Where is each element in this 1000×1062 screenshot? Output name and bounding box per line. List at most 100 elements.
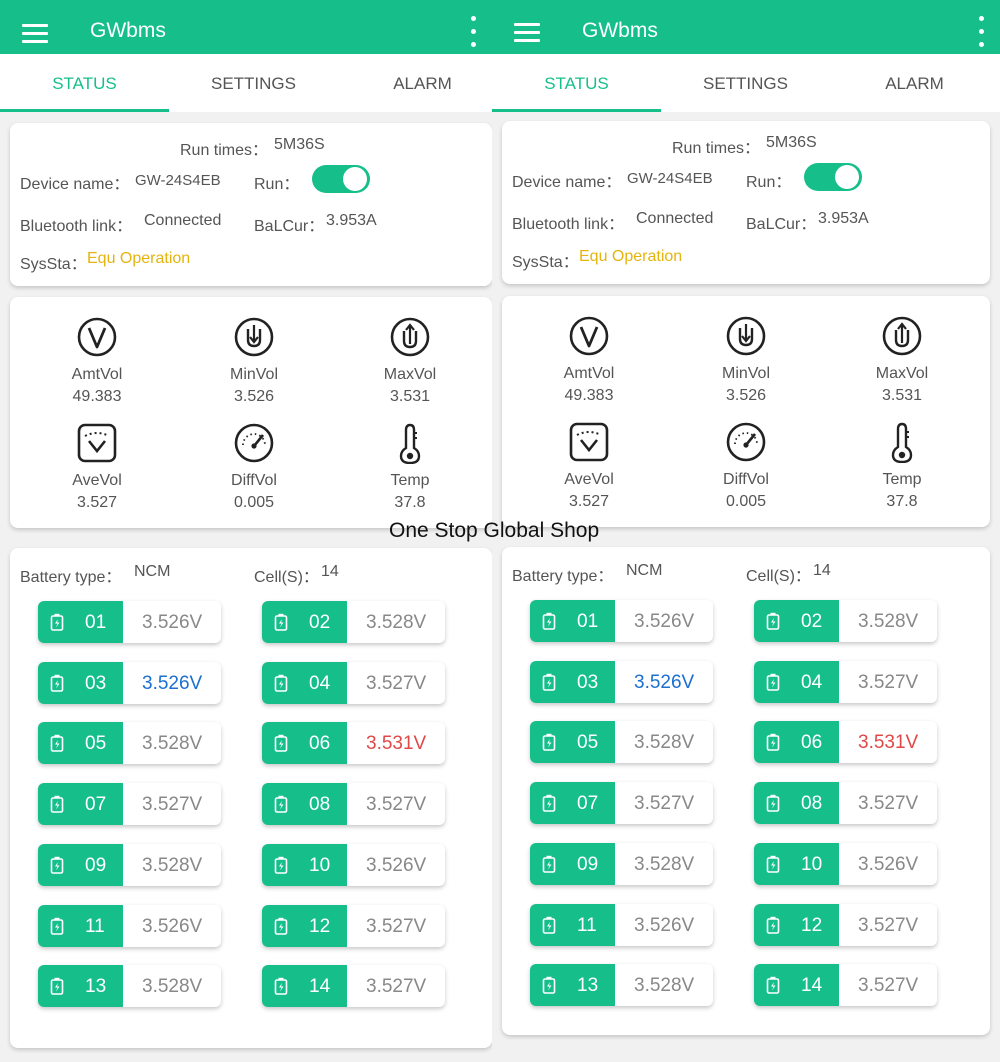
tab-settings[interactable]: SETTINGS — [169, 74, 338, 94]
cell-voltage: 3.531V — [858, 732, 919, 754]
cell-tag: 11 — [38, 904, 123, 947]
tab-alarm[interactable]: ALARM — [830, 74, 999, 94]
metric-label: DiffVol — [231, 472, 277, 489]
battery-icon — [766, 916, 780, 934]
menu-icon[interactable] — [22, 24, 48, 44]
cell-number: 12 — [801, 914, 823, 936]
cell-voltage: 3.527V — [858, 975, 919, 997]
cell-number: 10 — [309, 854, 331, 876]
balcur-value: 3.953A — [818, 210, 869, 227]
cell-04: 04 3.527V — [262, 661, 445, 704]
cell-08: 08 3.527V — [754, 782, 937, 825]
bluetooth-link-value: Connected — [636, 210, 714, 227]
cell-number: 04 — [801, 671, 823, 693]
cell-voltage: 3.528V — [142, 854, 203, 876]
metrics-card: AmtVol 49.383 MinVol 3.526 MaxVol 3.531 … — [10, 297, 492, 528]
cell-number: 09 — [577, 853, 599, 875]
device-name-label: Device name： — [20, 176, 130, 193]
cell-number: 08 — [309, 794, 331, 816]
cell-number: 11 — [577, 914, 597, 936]
cell-tag: 12 — [262, 904, 347, 947]
cell-number: 02 — [801, 611, 823, 632]
run-times-value: 5M36S — [766, 134, 817, 151]
metric-value: 3.531 — [389, 388, 431, 405]
cell-12: 12 3.527V — [262, 904, 445, 947]
cell-count-label: Cell(S)： — [254, 569, 319, 586]
cell-05: 05 3.528V — [530, 721, 713, 764]
cell-voltage: 3.527V — [366, 976, 427, 998]
bluetooth-link-label: Bluetooth link： — [512, 216, 625, 233]
cell-count-label: Cell(S)： — [746, 568, 811, 585]
cell-tag: 14 — [754, 964, 839, 1007]
battery-icon — [542, 916, 556, 934]
battery-icon — [766, 794, 780, 812]
cell-tag: 02 — [754, 600, 839, 642]
cell-07: 07 3.527V — [530, 782, 713, 825]
cell-10: 10 3.526V — [754, 842, 937, 885]
battery-icon — [50, 674, 64, 692]
cell-number: 09 — [85, 854, 107, 876]
cell-voltage: 3.527V — [858, 793, 919, 815]
cell-03: 03 3.526V — [530, 660, 713, 703]
metric-amtvol: AmtVol 49.383 — [524, 315, 654, 405]
tab-status[interactable]: STATUS — [492, 74, 661, 94]
device-name-value: GW-24S4EB — [135, 172, 221, 189]
cell-voltage: 3.527V — [366, 672, 427, 694]
cell-voltage: 3.528V — [634, 975, 695, 997]
cell-number: 06 — [801, 732, 823, 754]
cell-tag: 08 — [754, 782, 839, 825]
cell-voltage: 3.528V — [634, 732, 695, 754]
metric-label: AveVol — [72, 472, 122, 489]
thermometer-icon — [891, 422, 913, 463]
cell-tag: 05 — [38, 722, 123, 765]
cell-tag: 03 — [38, 661, 123, 704]
run-toggle[interactable] — [312, 165, 370, 193]
battery-icon — [274, 795, 288, 813]
more-options-icon[interactable] — [468, 16, 478, 50]
cell-number: 11 — [85, 915, 105, 937]
battery-icon — [274, 856, 288, 874]
cell-number: 05 — [577, 732, 599, 754]
cell-voltage: 3.527V — [142, 794, 203, 816]
voltage-v-icon — [77, 317, 117, 357]
cell-voltage: 3.526V — [366, 854, 427, 876]
syssta-label: SysSta： — [512, 254, 579, 271]
more-options-icon[interactable] — [976, 16, 986, 50]
cell-08: 08 3.527V — [262, 783, 445, 826]
syssta-value: Equ Operation — [87, 250, 191, 267]
battery-icon — [542, 612, 556, 630]
metric-maxvol: MaxVol 3.531 — [837, 315, 967, 405]
min-voltage-down-icon — [726, 316, 766, 356]
run-times-label: Run times： — [180, 142, 269, 159]
battery-icon — [50, 917, 64, 935]
battery-type-value: NCM — [134, 563, 171, 580]
cell-tag: 14 — [262, 965, 347, 1008]
syssta-value: Equ Operation — [579, 248, 683, 265]
cell-14: 14 3.527V — [754, 964, 937, 1007]
cell-10: 10 3.526V — [262, 843, 445, 886]
tab-alarm[interactable]: ALARM — [338, 74, 492, 94]
battery-type-value: NCM — [626, 562, 663, 579]
cell-tag: 13 — [38, 965, 123, 1008]
run-toggle[interactable] — [804, 163, 862, 191]
battery-icon — [274, 735, 288, 753]
tab-status[interactable]: STATUS — [0, 74, 169, 94]
balcur-label: BaLCur： — [746, 216, 817, 233]
cell-13: 13 3.528V — [530, 964, 713, 1007]
tab-bar: STATUS SETTINGS ALARM — [492, 54, 1000, 112]
bluetooth-link-value: Connected — [144, 212, 222, 229]
cell-tag: 10 — [754, 842, 839, 885]
metric-value: 3.526 — [233, 388, 275, 405]
cell-number: 01 — [577, 611, 599, 632]
tab-settings[interactable]: SETTINGS — [661, 74, 830, 94]
active-tab-indicator — [0, 109, 169, 112]
battery-icon — [274, 977, 288, 995]
battery-icon — [766, 976, 780, 994]
cell-voltage: 3.528V — [858, 611, 919, 632]
syssta-label: SysSta： — [20, 256, 87, 273]
cell-voltage: 3.527V — [634, 793, 695, 815]
battery-icon — [274, 613, 288, 631]
metric-value: 0.005 — [233, 494, 275, 511]
metric-minvol: MinVol 3.526 — [681, 315, 811, 405]
menu-icon[interactable] — [514, 23, 540, 43]
